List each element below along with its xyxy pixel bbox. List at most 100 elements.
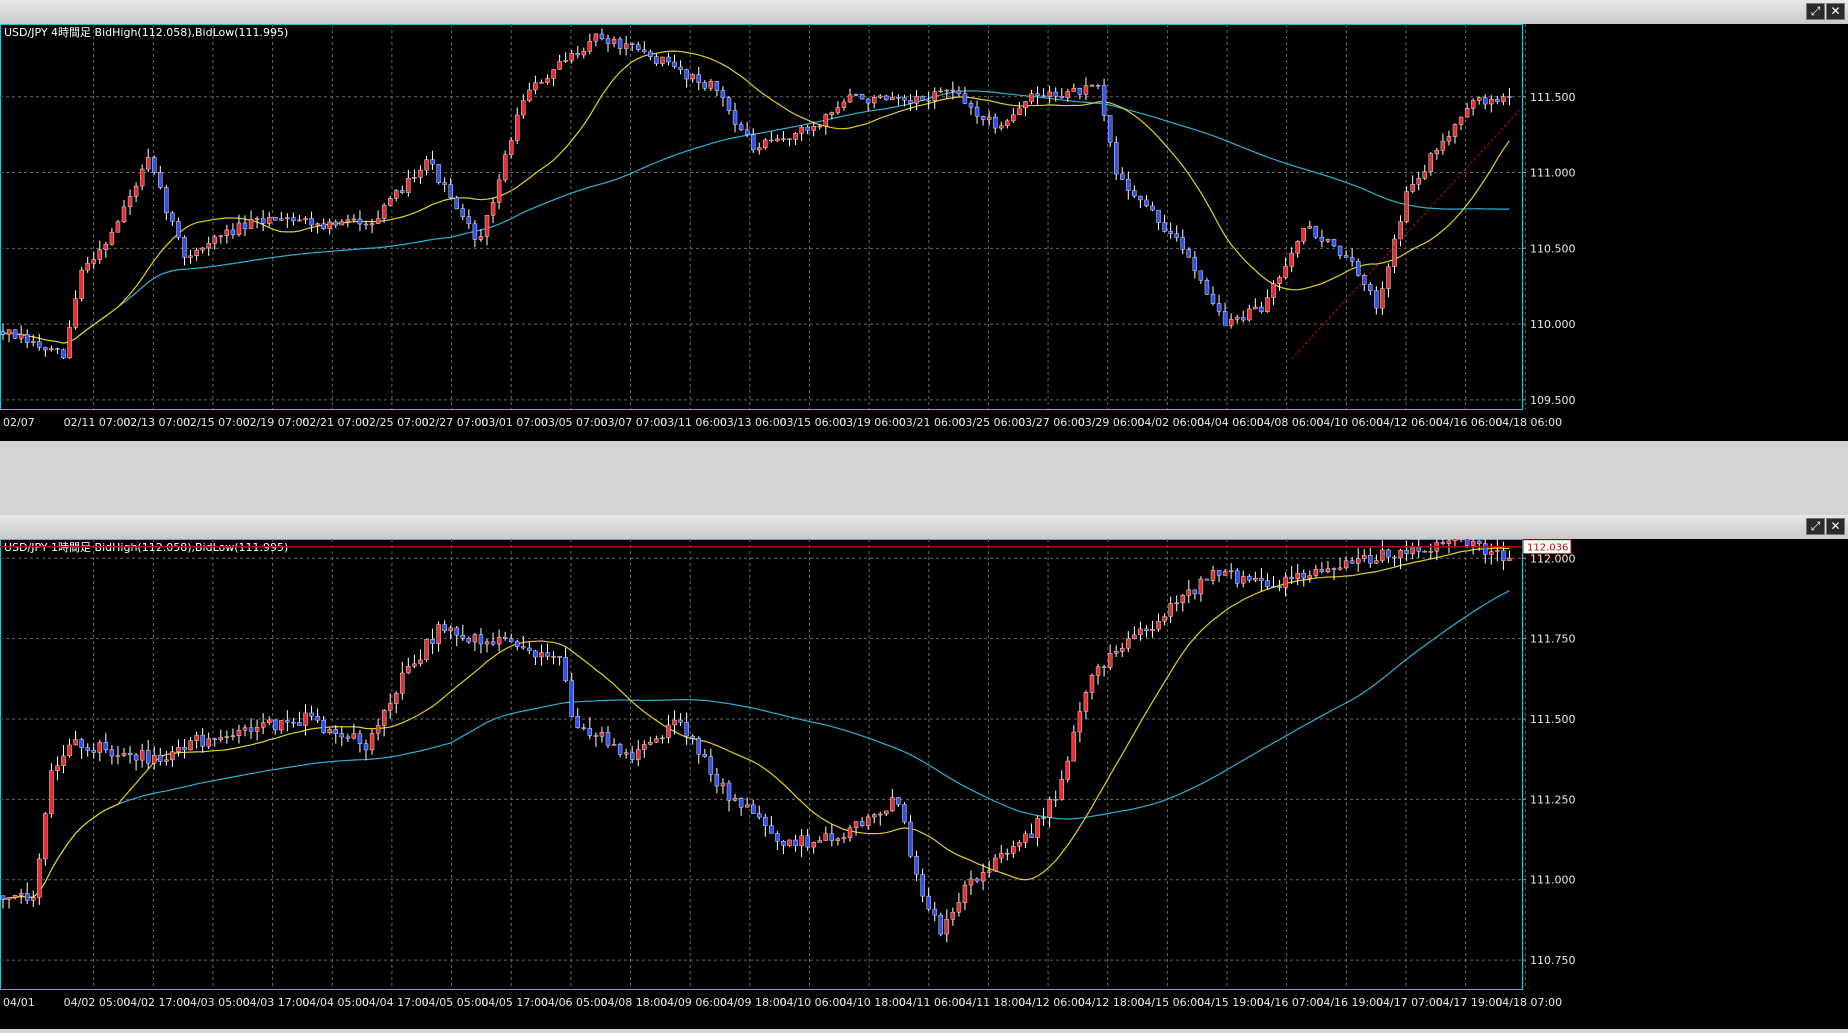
candle-body: [865, 816, 871, 826]
candle-body: [617, 38, 623, 49]
close-icon[interactable]: ✕: [1826, 3, 1845, 20]
candle-body: [896, 97, 901, 99]
candle-body: [351, 733, 357, 739]
x-tick-label: 04/08 18:00: [601, 996, 668, 1009]
candle-body: [466, 216, 472, 224]
candle-body: [1283, 576, 1288, 588]
candle-body: [914, 96, 919, 104]
candle-body: [1101, 666, 1107, 668]
candle-body: [18, 334, 24, 339]
candle-body: [938, 90, 943, 93]
chart-area-1h[interactable]: 110.750 111.000 111.250 111.500 111.750 112.0…: [0, 525, 1848, 1029]
candle-body: [1253, 577, 1258, 581]
candle-body: [1325, 568, 1331, 572]
candle-body: [1132, 190, 1137, 197]
window-titlebar[interactable]: ⤢ ✕: [0, 515, 1848, 540]
candle-body: [581, 51, 586, 56]
candle-body: [1095, 85, 1101, 87]
candle-body: [388, 703, 393, 711]
candle-body: [1349, 560, 1355, 564]
candle-body: [1005, 853, 1010, 855]
candle-body: [1337, 567, 1343, 570]
x-tick-label: 04/16 07:00: [1257, 996, 1324, 1009]
candle-body: [1174, 233, 1179, 238]
x-tick-label: 03/29 06:00: [1078, 416, 1145, 429]
x-tick-label: 04/12 18:00: [1078, 996, 1145, 1009]
candle-body: [31, 897, 36, 901]
x-tick-label: 03/21 06:00: [899, 416, 966, 429]
candle-body: [1029, 93, 1034, 102]
chart-window-1h: ⤢ ✕ 110.750 111.000 111.250 111.500 111.750 1…: [0, 515, 1848, 1029]
candle-body: [97, 249, 103, 260]
candle-body: [696, 737, 701, 755]
candle-body: [291, 721, 296, 724]
chart-area-4h[interactable]: 109.500 110.000 110.500 111.000 111.500 02/07…: [0, 8, 1848, 441]
candle-body: [678, 66, 683, 70]
candle-body: [1398, 549, 1403, 559]
candle-body: [121, 753, 127, 756]
candle-body: [37, 341, 42, 348]
candle-body: [962, 93, 968, 104]
window-titlebar[interactable]: ⤢ ✕: [0, 0, 1848, 25]
x-tick-label: 02/13 07:00: [123, 416, 190, 429]
x-tick-label: 04/03 17:00: [243, 996, 310, 1009]
x-tick-label: 04/02 06:00: [1137, 416, 1204, 429]
candle-body: [12, 329, 18, 339]
candle-body: [1362, 555, 1367, 559]
x-tick-label: 04/15 06:00: [1137, 996, 1204, 1009]
candle-body: [732, 798, 738, 801]
x-tick-label: 04/03 05:00: [183, 996, 250, 1009]
candle-body: [1011, 845, 1016, 854]
candle-body: [303, 218, 308, 221]
candle-body: [297, 722, 302, 726]
candle-body: [944, 919, 949, 935]
candle-body: [357, 733, 363, 744]
candle-body: [1126, 638, 1131, 649]
candle-body: [1295, 573, 1300, 579]
candle-body: [986, 870, 992, 873]
candlestick-chart-1h[interactable]: 110.750 111.000 111.250 111.500 111.750 112.0…: [0, 525, 1848, 1029]
candle-body: [1083, 85, 1089, 95]
candle-body: [738, 798, 744, 808]
x-tick-label: 03/01 07:00: [481, 416, 548, 429]
x-tick-label: 04/09 18:00: [720, 996, 787, 1009]
candle-body: [642, 49, 647, 53]
candle-body: [236, 729, 242, 736]
candle-body: [1035, 93, 1040, 96]
candle-body: [696, 74, 701, 83]
candle-body: [593, 33, 599, 42]
candle-body: [224, 229, 230, 236]
candle-body: [1162, 222, 1167, 232]
candle-body: [859, 94, 865, 100]
candle-body: [18, 893, 24, 896]
candle-body: [726, 782, 732, 801]
candle-body: [1289, 576, 1294, 579]
candle-body: [872, 97, 877, 104]
close-icon[interactable]: ✕: [1826, 518, 1845, 535]
x-tick-label: 03/11 06:00: [660, 416, 727, 429]
candle-body: [1204, 280, 1210, 295]
candlestick-chart-4h[interactable]: 109.500 110.000 110.500 111.000 111.500 02/07…: [0, 8, 1848, 441]
candle-body: [1150, 629, 1155, 631]
candle-body: [1059, 779, 1064, 800]
y-tick-label: 111.000: [1530, 167, 1576, 180]
candle-body: [1222, 311, 1228, 326]
candle-body: [678, 719, 683, 723]
candle-body: [152, 157, 157, 173]
candle-body: [1029, 833, 1034, 838]
candle-body: [1047, 91, 1052, 97]
maximize-icon[interactable]: ⤢: [1806, 518, 1825, 535]
candle-body: [25, 893, 30, 901]
x-tick-label: 04/10 18:00: [839, 996, 906, 1009]
candle-body: [950, 89, 956, 92]
candle-body: [0, 895, 6, 900]
x-tick-label: 03/07 07:00: [601, 416, 668, 429]
candle-body: [97, 742, 103, 753]
candle-body: [127, 753, 133, 756]
candle-body: [91, 259, 96, 264]
candle-body: [91, 750, 96, 753]
candle-body: [835, 838, 841, 841]
candle-body: [115, 221, 121, 233]
candle-body: [333, 221, 338, 226]
maximize-icon[interactable]: ⤢: [1806, 3, 1825, 20]
